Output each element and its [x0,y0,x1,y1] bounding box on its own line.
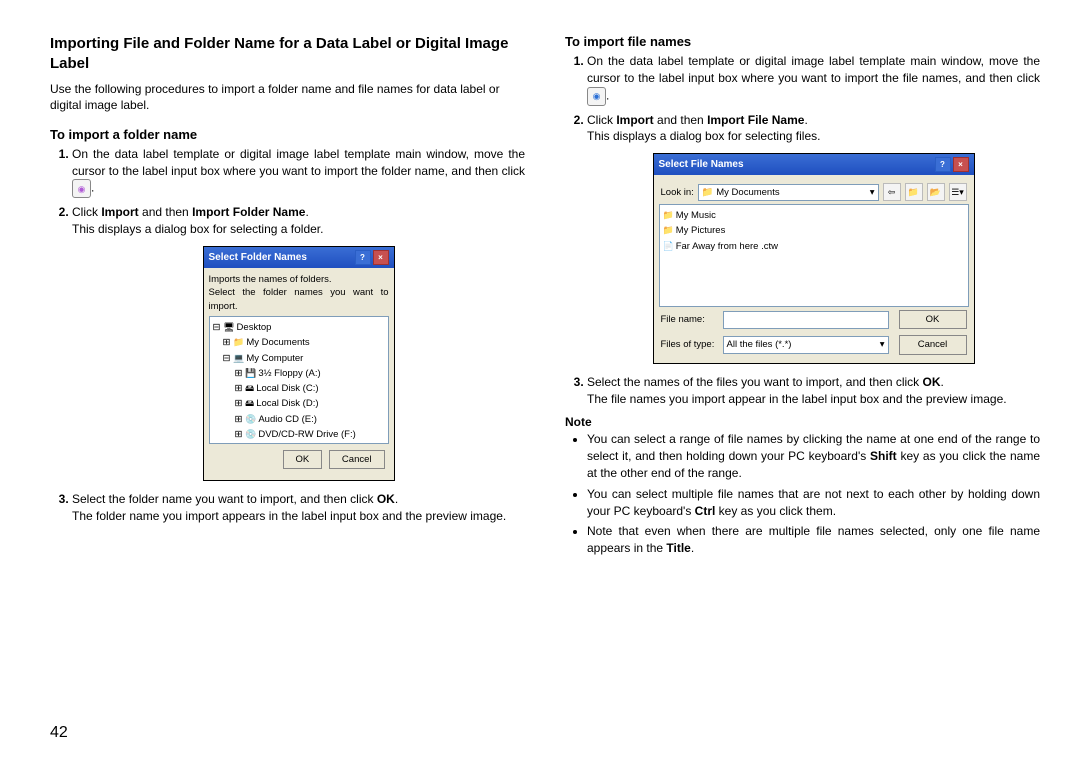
dialog-title: Select Folder Names [209,251,307,265]
file-steps: On the data label template or digital im… [565,53,1040,407]
filetype-label: Files of type: [661,338,717,351]
view-icon[interactable]: ☰▾ [949,183,967,201]
folder-step-3: Select the folder name you want to impor… [72,491,525,525]
selected-node: My Computer [246,353,303,364]
cd-icon [72,179,91,198]
folder-step-2: Click Import and then Import Folder Name… [72,204,525,481]
help-icon[interactable]: ? [355,250,371,265]
file-step-3: Select the names of the files you want t… [587,374,1040,408]
close-icon[interactable]: × [953,157,969,172]
dialog-titlebar: Select Folder Names ? × [204,247,394,268]
main-heading: Importing File and Folder Name for a Dat… [50,34,525,75]
ok-button[interactable]: OK [283,450,323,469]
right-column: To import file names On the data label t… [565,34,1040,742]
page-number: 42 [50,724,68,742]
note-block: Note You can select a range of file name… [565,415,1040,557]
folder-steps: On the data label template or digital im… [50,146,525,525]
file-step-1: On the data label template or digital im… [587,53,1040,106]
close-icon[interactable]: × [373,250,389,265]
up-icon[interactable]: ⇦ [883,183,901,201]
note-item: You can select multiple file names that … [587,486,1040,520]
filename-label: File name: [661,313,717,326]
cancel-button[interactable]: Cancel [899,335,967,354]
section-heading-file: To import file names [565,34,1040,49]
lookin-combo[interactable]: 📁 My Documents▾ [698,184,879,201]
new-folder-icon[interactable]: 📂 [927,183,945,201]
folder-tree[interactable]: ⊟ 🖥Desktop ⊞ 📁My Documents ⊟ 💻My Compute… [209,316,389,444]
cd-icon [587,87,606,106]
select-file-dialog: Select File Names ? × Look in: 📁 My Docu… [653,153,975,364]
file-step-2: Click Import and then Import File Name. … [587,112,1040,364]
note-item: You can select a range of file names by … [587,431,1040,481]
dialog-title: Select File Names [659,158,744,172]
intro-text: Use the following procedures to import a… [50,81,525,113]
help-icon[interactable]: ? [935,157,951,172]
up-folder-icon[interactable]: 📁 [905,183,923,201]
note-item: Note that even when there are multiple f… [587,523,1040,557]
dialog-titlebar: Select File Names ? × [654,154,974,175]
left-column: Importing File and Folder Name for a Dat… [50,34,525,742]
cancel-button[interactable]: Cancel [329,450,385,469]
section-heading-folder: To import a folder name [50,127,525,142]
folder-step-1: On the data label template or digital im… [72,146,525,199]
ok-button[interactable]: OK [899,310,967,329]
note-heading: Note [565,415,1040,429]
filetype-select[interactable]: All the files (*.*)▾ [723,336,889,354]
filename-input[interactable] [723,311,889,329]
file-list[interactable]: 📁My Music 📁My Pictures 📄Far Away from he… [659,204,969,307]
lookin-label: Look in: [661,186,694,199]
select-folder-dialog: Select Folder Names ? × Imports the name… [203,246,395,481]
